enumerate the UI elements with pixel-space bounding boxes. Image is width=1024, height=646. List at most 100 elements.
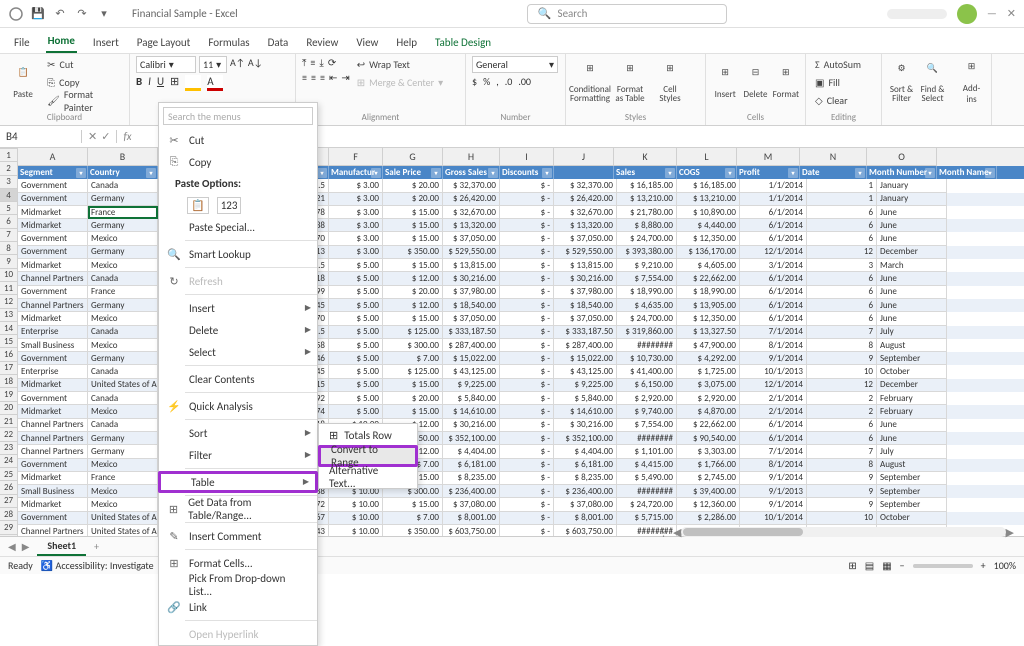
cell[interactable]: 8/1/2014 — [740, 339, 807, 352]
view-layout-icon[interactable]: ▤ — [865, 559, 874, 572]
cell[interactable]: $ 287,400.00 — [443, 339, 500, 352]
cell[interactable]: 6 — [807, 286, 877, 299]
row-header[interactable]: 14 — [0, 322, 18, 335]
cell[interactable]: $ 13,210.00 — [677, 193, 740, 206]
context-item[interactable]: Clear Contents — [159, 368, 317, 390]
cell[interactable]: $ - — [500, 179, 554, 192]
context-item[interactable]: Filter▶ — [159, 444, 317, 466]
cell[interactable]: $ 5.00 — [329, 326, 383, 339]
cell[interactable]: September — [877, 498, 947, 511]
fill-color-button[interactable] — [185, 75, 201, 91]
cell[interactable]: October — [877, 512, 947, 525]
name-box[interactable]: B4 — [0, 130, 82, 143]
row-header[interactable]: 20 — [0, 402, 18, 415]
wrap-text-button[interactable]: ↩ Wrap Text — [354, 56, 446, 73]
indent-dec-icon[interactable]: ⇤ — [329, 71, 337, 84]
cell[interactable]: $ 2,286.00 — [677, 512, 740, 525]
cell[interactable]: $ 4,404.00 — [554, 445, 617, 458]
cell[interactable]: 10 — [807, 512, 877, 525]
format-cells[interactable]: ⊞Format — [773, 56, 799, 110]
comma-icon[interactable]: , — [496, 75, 499, 88]
cell[interactable]: $ 4,440.00 — [677, 219, 740, 232]
cell[interactable]: $ 136,170.00 — [677, 246, 740, 259]
cell[interactable]: $ 15.00 — [383, 498, 443, 511]
percent-icon[interactable]: % — [483, 75, 490, 88]
row-header[interactable]: 12 — [0, 295, 18, 308]
cell[interactable]: $ 15.00 — [383, 219, 443, 232]
delete-cells[interactable]: ⊟Delete — [742, 56, 768, 110]
menu-view[interactable]: View — [354, 32, 380, 53]
context-item[interactable]: ✎Insert Comment — [159, 525, 317, 547]
cell[interactable]: $ 37,050.00 — [554, 232, 617, 245]
fill-button[interactable]: ▣ Fill — [812, 74, 875, 91]
cell[interactable]: $ 18,540.00 — [443, 299, 500, 312]
cell[interactable]: $ 8,001.00 — [443, 512, 500, 525]
cell[interactable]: $ 13,815.00 — [443, 259, 500, 272]
cell[interactable]: $ 5.00 — [329, 299, 383, 312]
cell[interactable]: 8 — [807, 459, 877, 472]
cell[interactable]: $ - — [500, 352, 554, 365]
cell[interactable]: $ - — [500, 259, 554, 272]
context-item[interactable]: ⚡Quick Analysis — [159, 395, 317, 417]
cell[interactable]: 6 — [807, 299, 877, 312]
avatar[interactable] — [957, 4, 977, 24]
cell[interactable]: 9 — [807, 485, 877, 498]
row-header[interactable]: 15 — [0, 335, 18, 348]
col-header[interactable]: F — [329, 148, 383, 166]
cell[interactable]: $ - — [500, 232, 554, 245]
cell[interactable]: $ 26,420.00 — [443, 193, 500, 206]
clear-button[interactable]: ◇ Clear — [812, 92, 875, 109]
cell[interactable]: $ 30,216.00 — [443, 419, 500, 432]
font-color-button[interactable]: A — [207, 75, 223, 91]
cell[interactable]: $ 20.00 — [383, 286, 443, 299]
cell[interactable]: Mexico — [88, 339, 158, 352]
cell[interactable]: $ 32,370.00 — [554, 179, 617, 192]
cell[interactable]: France — [88, 286, 158, 299]
cell[interactable]: 8/1/2014 — [740, 459, 807, 472]
cell[interactable]: Mexico — [88, 498, 158, 511]
table-header[interactable]: Manufactur▾ — [329, 166, 383, 179]
cell[interactable]: June — [877, 286, 947, 299]
cell[interactable]: 7/1/2014 — [740, 326, 807, 339]
cell[interactable]: $ 13,815.00 — [554, 259, 617, 272]
row-header[interactable]: 28 — [0, 508, 18, 521]
cell[interactable]: July — [877, 326, 947, 339]
cell[interactable]: Germany — [88, 193, 158, 206]
cell[interactable]: France — [88, 472, 158, 485]
cell[interactable]: $ 24,720.00 — [617, 498, 677, 511]
cell[interactable]: $ 32,670.00 — [554, 206, 617, 219]
cell[interactable]: $ 39,400.00 — [677, 485, 740, 498]
cell[interactable]: ######## — [617, 339, 677, 352]
table-header[interactable]: Sales▾ — [614, 166, 677, 179]
cell[interactable]: 3 — [807, 259, 877, 272]
cell[interactable]: June — [877, 272, 947, 285]
cell[interactable]: ######## — [617, 432, 677, 445]
row-header[interactable]: 27 — [0, 495, 18, 508]
cell[interactable]: $ 8,235.00 — [443, 472, 500, 485]
context-item[interactable]: Sort▶ — [159, 422, 317, 444]
cell[interactable]: $ 125.00 — [383, 365, 443, 378]
cell[interactable]: $ 5.00 — [329, 392, 383, 405]
table-header[interactable]: Discounts▾ — [500, 166, 554, 179]
cell[interactable]: $ 1,725.00 — [677, 365, 740, 378]
context-item[interactable]: Select▶ — [159, 341, 317, 363]
menu-data[interactable]: Data — [266, 32, 291, 53]
indent-inc-icon[interactable]: ⇥ — [341, 71, 349, 84]
cell[interactable]: $ 4,292.00 — [677, 352, 740, 365]
row-header[interactable]: 24 — [0, 455, 18, 468]
cell[interactable]: $ 5,840.00 — [554, 392, 617, 405]
cell[interactable]: $ 7.00 — [383, 512, 443, 525]
orientation-icon[interactable]: ⟳ — [328, 56, 336, 69]
menu-home[interactable]: Home — [46, 30, 77, 53]
save-icon[interactable]: 💾 — [30, 6, 46, 22]
formatpainter-button[interactable]: 🖌 Format Painter — [44, 92, 123, 109]
cell[interactable]: $ 333,187.50 — [554, 326, 617, 339]
cell[interactable]: $ 287,400.00 — [554, 339, 617, 352]
cell[interactable]: February — [877, 405, 947, 418]
cell[interactable]: $ 393,380.00 — [617, 246, 677, 259]
cell[interactable]: 2/1/2014 — [740, 405, 807, 418]
cell[interactable]: $ 300.00 — [383, 339, 443, 352]
cell[interactable]: $ 6,150.00 — [617, 379, 677, 392]
cell[interactable]: 9/1/2014 — [740, 498, 807, 511]
cell[interactable]: Midmarket — [18, 405, 88, 418]
